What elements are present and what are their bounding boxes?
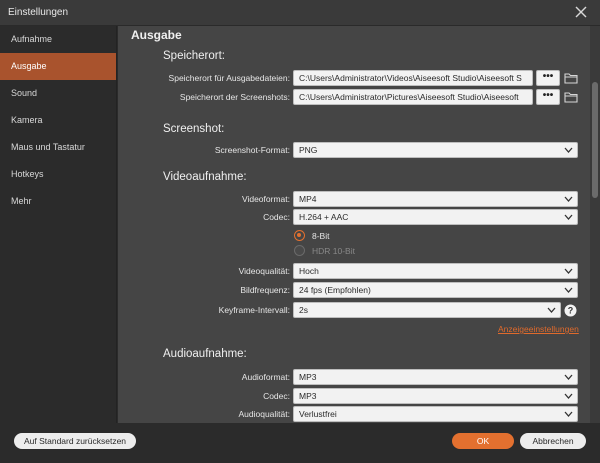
chevron-down-icon xyxy=(547,307,556,313)
framerate-label: Bildfrequenz: xyxy=(240,285,290,295)
audio-format-value: MP3 xyxy=(299,372,317,382)
framerate-value: 24 fps (Empfohlen) xyxy=(299,285,371,295)
title-bar: Einstellungen xyxy=(0,0,600,26)
folder-icon[interactable] xyxy=(564,72,578,84)
video-codec-select[interactable]: H.264 + AAC xyxy=(293,209,578,225)
video-format-value: MP4 xyxy=(299,194,317,204)
video-format-select[interactable]: MP4 xyxy=(293,191,578,207)
sidebar-item-mehr[interactable]: Mehr xyxy=(0,188,116,215)
section-title: Ausgabe xyxy=(131,28,182,42)
radio-8-bit[interactable] xyxy=(294,230,305,241)
sidebar-item-hotkeys[interactable]: Hotkeys xyxy=(0,161,116,188)
chevron-down-icon xyxy=(564,287,573,293)
chevron-down-icon xyxy=(564,214,573,220)
screenshots-location-field[interactable]: C:\Users\Administrator\Pictures\Aiseesof… xyxy=(293,89,533,105)
group-title-screenshot: Screenshot: xyxy=(163,123,225,135)
chevron-down-icon xyxy=(564,374,573,380)
video-format-label: Videoformat: xyxy=(241,194,290,204)
ok-button[interactable]: OK xyxy=(452,433,514,449)
keyframe-interval-value: 2s xyxy=(299,305,308,315)
screenshot-format-value: PNG xyxy=(299,145,318,155)
sidebar-item-maus-und-tastatur[interactable]: Maus und Tastatur xyxy=(0,134,116,161)
cancel-button[interactable]: Abbrechen xyxy=(520,433,586,449)
video-quality-select[interactable]: Hoch xyxy=(293,263,578,279)
audio-quality-label: Audioqualität: xyxy=(238,409,290,419)
radio-hdr-10-bit[interactable] xyxy=(294,245,305,256)
window-title: Einstellungen xyxy=(8,7,69,18)
screenshot-format-label: Screenshot-Format: xyxy=(214,145,290,155)
keyframe-interval-select[interactable]: 2s xyxy=(293,302,561,318)
chevron-down-icon xyxy=(564,196,573,202)
audio-codec-select[interactable]: MP3 xyxy=(293,388,578,404)
group-title-speicherort: Speicherort: xyxy=(163,50,226,62)
chevron-down-icon xyxy=(564,147,573,153)
audio-quality-select[interactable]: Verlustfrei xyxy=(293,406,578,422)
framerate-select[interactable]: 24 fps (Empfohlen) xyxy=(293,282,578,298)
radio-8-bit-label: 8-Bit xyxy=(312,231,330,241)
sidebar-item-aufnahme[interactable]: Aufnahme xyxy=(0,26,116,53)
reset-defaults-button[interactable]: Auf Standard zurücksetzen xyxy=(14,433,136,449)
svg-text:?: ? xyxy=(568,306,574,316)
video-codec-label: Codec: xyxy=(263,212,290,222)
audio-format-label: Audioformat: xyxy=(241,372,290,382)
video-codec-value: H.264 + AAC xyxy=(299,212,349,222)
chevron-down-icon xyxy=(564,268,573,274)
scrollbar-thumb[interactable] xyxy=(592,82,598,198)
screenshots-location-label: Speicherort der Screenshots: xyxy=(179,92,290,102)
video-quality-label: Videoqualität: xyxy=(238,266,290,276)
output-location-label: Speicherort für Ausgabedateien: xyxy=(168,73,290,83)
chevron-down-icon xyxy=(564,411,573,417)
output-location-field[interactable]: C:\Users\Administrator\Videos\Aiseesoft … xyxy=(293,70,533,86)
close-icon[interactable] xyxy=(574,5,588,19)
output-browse-button[interactable]: ••• xyxy=(536,70,560,86)
audio-format-select[interactable]: MP3 xyxy=(293,369,578,385)
display-settings-link[interactable]: Anzeigeeinstellungen xyxy=(498,324,579,334)
folder-icon[interactable] xyxy=(564,91,578,103)
screenshot-format-select[interactable]: PNG xyxy=(293,142,578,158)
sidebar-item-kamera[interactable]: Kamera xyxy=(0,107,116,134)
screenshots-browse-button[interactable]: ••• xyxy=(536,89,560,105)
chevron-down-icon xyxy=(564,393,573,399)
audio-codec-label: Codec: xyxy=(263,391,290,401)
settings-content: Ausgabe Speicherort: Speicherort für Aus… xyxy=(118,26,590,423)
sidebar-item-ausgabe[interactable]: Ausgabe xyxy=(0,53,116,80)
dialog-footer: Auf Standard zurücksetzen OK Abbrechen xyxy=(0,423,600,463)
radio-hdr-10-bit-label: HDR 10-Bit xyxy=(312,246,355,256)
group-title-audioaufnahme: Audioaufnahme: xyxy=(163,348,247,360)
content-scrollbar[interactable] xyxy=(590,26,600,423)
keyframe-interval-label: Keyframe-Intervall: xyxy=(218,305,290,315)
group-title-videoaufnahme: Videoaufnahme: xyxy=(163,171,247,183)
audio-codec-value: MP3 xyxy=(299,391,317,401)
video-quality-value: Hoch xyxy=(299,266,319,276)
audio-quality-value: Verlustfrei xyxy=(299,409,337,419)
help-icon[interactable]: ? xyxy=(564,304,577,317)
sidebar: Aufnahme Ausgabe Sound Kamera Maus und T… xyxy=(0,26,117,423)
sidebar-item-sound[interactable]: Sound xyxy=(0,80,116,107)
